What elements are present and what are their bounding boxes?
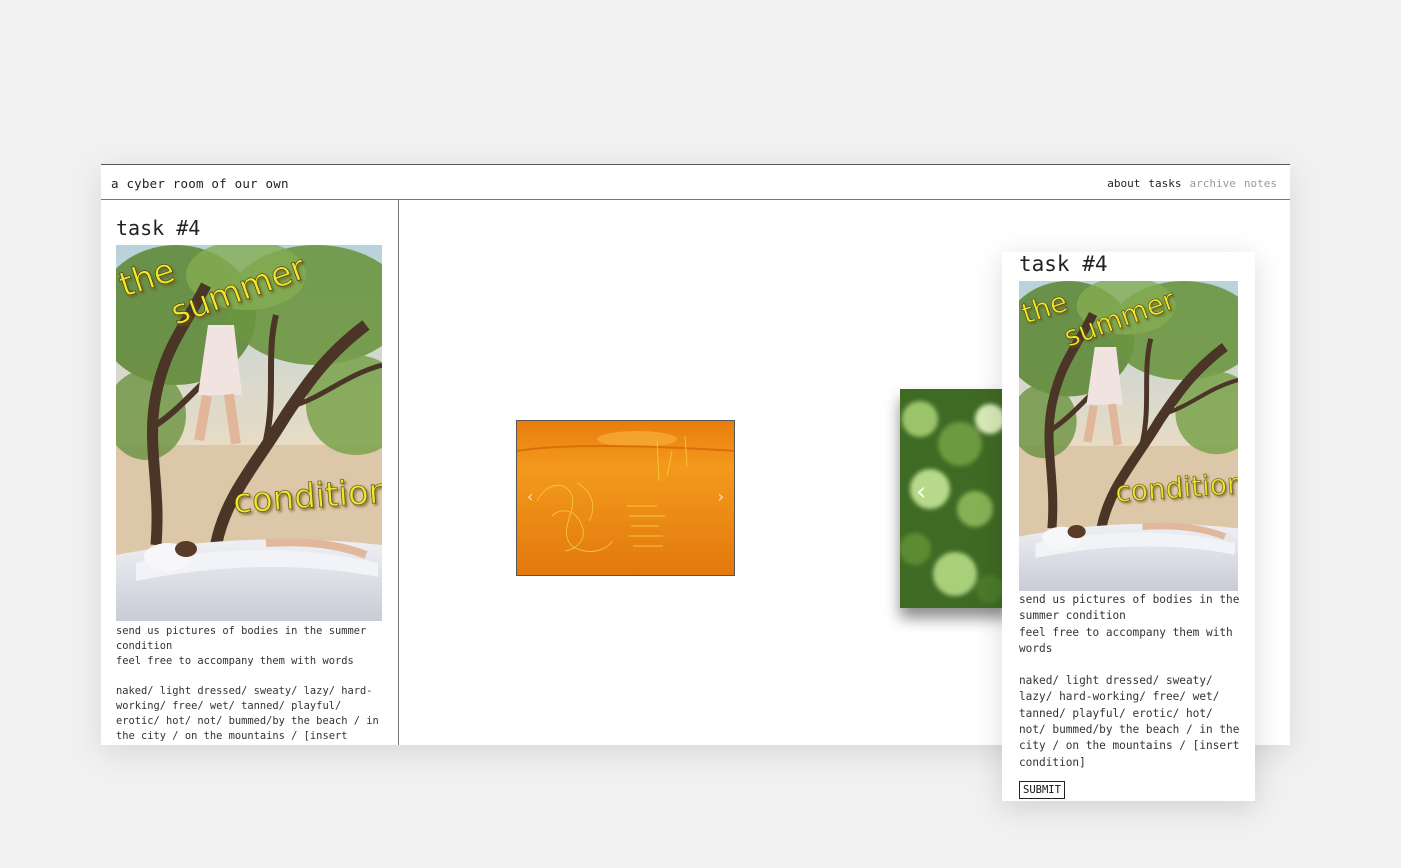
task-description: send us pictures of bodies in the summer… [116,624,386,745]
popup-description: send us pictures of bodies in the summer… [1019,592,1241,771]
task-sidebar: task #4 send us pictures of bodies in th… [101,200,399,745]
description-line: send us pictures of bodies in the summer… [1019,593,1240,623]
popup-task-title: task #4 [1019,252,1108,276]
task-popup: task #4 send us pictures of bodies in th… [1002,252,1255,801]
gallery-image-sunset[interactable]: ‹ › [516,420,735,576]
conditions-text: naked/ light dressed/ sweaty/ lazy/ hard… [1019,674,1240,769]
description-line: feel free to accompany them with words [116,655,354,667]
nav-notes[interactable]: notes [1244,177,1277,190]
gallery-image-foliage[interactable]: ‹ [900,389,1010,608]
conditions-text: naked/ light dressed/ sweaty/ lazy/ hard… [116,685,379,742]
submit-button[interactable]: SUBMIT [1019,781,1065,799]
nav-tasks[interactable]: tasks [1148,177,1181,190]
site-title[interactable]: a cyber room of our own [111,176,289,191]
popup-poster-image [1019,281,1238,591]
chevron-right-icon[interactable]: › [718,487,724,506]
task-title: task #4 [116,216,201,240]
nav-archive[interactable]: archive [1190,177,1236,190]
task-poster-image [116,245,382,621]
description-line: send us pictures of bodies in the summer… [116,625,367,652]
chevron-left-icon[interactable]: ‹ [916,477,926,507]
description-line: feel free to accompany them with words [1019,625,1233,655]
chevron-left-icon[interactable]: ‹ [527,487,533,506]
nav-about[interactable]: about [1107,177,1140,190]
main-nav: about tasks archive notes [1107,177,1277,190]
top-bar: a cyber room of our own about tasks arch… [101,165,1290,200]
